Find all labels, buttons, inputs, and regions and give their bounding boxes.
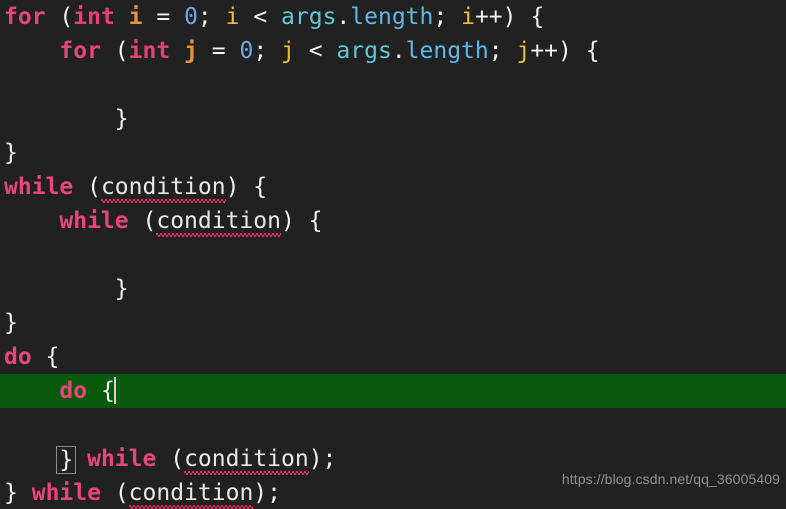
code-editor[interactable]: for (int i = 0; i < args.length; i++) { … [0, 0, 786, 509]
code-token: int [73, 4, 115, 30]
code-line[interactable] [0, 238, 786, 272]
code-token: . [336, 4, 351, 30]
code-token: ; [253, 38, 282, 64]
code-token: ); [308, 446, 337, 472]
code-token: ++) { [530, 38, 600, 64]
matching-brace-highlight: } [56, 446, 77, 474]
code-token: ; [433, 4, 462, 30]
code-token: i [128, 4, 143, 30]
code-token: condition [156, 208, 281, 234]
error-squiggle-underline: condition [100, 170, 226, 204]
code-line[interactable] [0, 408, 786, 442]
code-token: < [239, 4, 282, 30]
code-line[interactable]: while (condition) { [0, 204, 786, 238]
code-line[interactable]: } [0, 306, 786, 340]
code-token: = [197, 38, 240, 64]
code-token: ++) { [474, 4, 545, 30]
code-token: ( [45, 4, 74, 30]
code-token: while [31, 480, 101, 506]
code-token: args [281, 4, 337, 30]
code-token: while [4, 174, 74, 200]
code-token: ( [100, 480, 129, 506]
code-line[interactable]: do { [0, 340, 786, 374]
code-line[interactable] [0, 68, 786, 102]
code-token: ( [128, 208, 157, 234]
error-squiggle-underline: condition [184, 442, 309, 476]
code-token: while [87, 446, 157, 472]
code-token: ) { [280, 208, 323, 234]
error-squiggle-underline: condition [128, 476, 254, 509]
code-token: . [391, 38, 406, 64]
code-line[interactable]: } [0, 272, 786, 306]
code-token: condition [100, 174, 226, 200]
code-token: } [4, 140, 18, 166]
code-line[interactable]: for (int j = 0; j < args.length; j++) { [0, 34, 786, 68]
code-token: = [142, 4, 185, 30]
code-token: ( [156, 446, 185, 472]
code-line[interactable]: for (int i = 0; i < args.length; i++) { [0, 0, 786, 34]
code-token: ) { [225, 174, 268, 200]
watermark-url: https://blog.csdn.net/qq_36005409 [561, 471, 780, 487]
code-token: int [128, 38, 171, 64]
code-token: 0 [239, 38, 254, 64]
code-token: while [59, 208, 129, 234]
code-token: condition [128, 480, 254, 506]
code-token: ; [197, 4, 226, 30]
code-line-current[interactable]: do { [0, 374, 786, 408]
code-token: j [516, 38, 531, 64]
code-token: < [294, 38, 337, 64]
code-token: } [4, 480, 18, 506]
code-token: j [281, 38, 295, 64]
code-token: ( [73, 174, 101, 200]
code-token: i [225, 4, 240, 30]
code-token: j [184, 38, 198, 64]
code-line[interactable]: } [0, 136, 786, 170]
text-caret [113, 377, 116, 404]
code-token: for [59, 38, 101, 64]
code-token: ); [253, 480, 281, 506]
code-token: length [405, 38, 489, 64]
code-token: ; [488, 38, 517, 64]
code-token: for [4, 4, 46, 30]
code-token: args [336, 38, 392, 64]
code-token: do [59, 378, 88, 404]
code-token: { [31, 344, 60, 370]
code-line[interactable]: while (condition) { [0, 170, 786, 204]
code-token: } [4, 310, 18, 336]
code-lines-container[interactable]: for (int i = 0; i < args.length; i++) { … [0, 0, 786, 509]
code-token: 0 [184, 4, 198, 30]
code-token: length [350, 4, 434, 30]
code-token: } [114, 106, 129, 132]
code-token: condition [184, 446, 309, 472]
code-token: ( [100, 38, 129, 64]
code-line[interactable]: } [0, 102, 786, 136]
code-token: do [4, 344, 32, 370]
code-token: { [87, 378, 115, 404]
code-token: } [114, 276, 129, 302]
error-squiggle-underline: condition [156, 204, 281, 238]
code-token: i [461, 4, 475, 30]
